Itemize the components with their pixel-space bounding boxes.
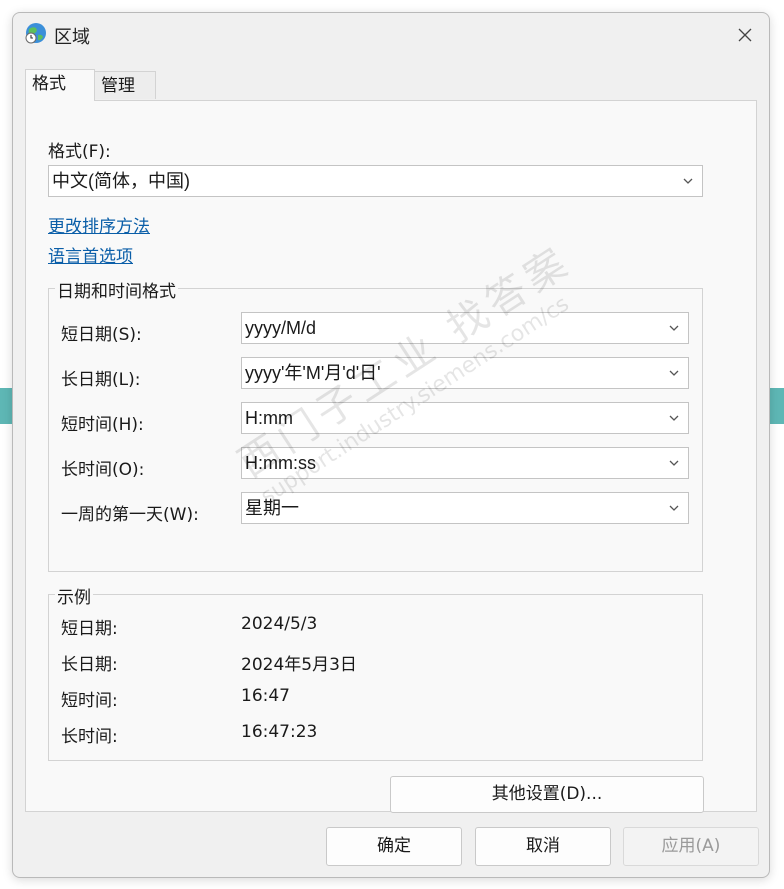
chevron-down-icon <box>669 325 679 331</box>
example-long-time-label: 长时间: <box>61 727 118 747</box>
ok-button-label: 确定 <box>377 836 411 856</box>
apply-button-label: 应用(A) <box>661 836 721 856</box>
background-strip-right <box>770 388 784 424</box>
format-tab-panel: 格式(F): 中文(简体，中国) 更改排序方法 语言首选项 日期和时间格式 短日… <box>25 100 757 813</box>
other-settings-button[interactable]: 其他设置(D)... <box>390 776 704 813</box>
other-settings-button-label: 其他设置(D)... <box>491 784 603 804</box>
close-button[interactable] <box>733 23 757 47</box>
tab-format-label: 格式 <box>32 74 66 94</box>
cancel-button-label: 取消 <box>526 836 560 856</box>
short-time-dropdown[interactable]: H:mm <box>241 402 689 434</box>
long-time-label: 长时间(O): <box>61 460 145 480</box>
window-title: 区域 <box>54 27 90 48</box>
chevron-down-icon <box>683 178 693 184</box>
format-label: 格式(F): <box>48 142 111 162</box>
short-time-label: 短时间(H): <box>61 415 144 435</box>
chevron-down-icon <box>669 415 679 421</box>
short-date-label: 短日期(S): <box>61 325 142 345</box>
ok-button[interactable]: 确定 <box>326 827 462 866</box>
examples-legend: 示例 <box>55 583 93 608</box>
datetime-format-group: 日期和时间格式 短日期(S): yyyy/M/d 长日期(L): yyyy'年'… <box>48 277 703 572</box>
long-date-value: yyyy'年'M'月'd'日' <box>245 363 381 383</box>
chevron-down-icon <box>669 460 679 466</box>
tab-administrative[interactable]: 管理 <box>94 71 156 99</box>
long-date-label: 长日期(L): <box>61 370 141 390</box>
language-preferences-link[interactable]: 语言首选项 <box>48 242 133 267</box>
format-dropdown-value: 中文(简体，中国) <box>52 171 190 191</box>
format-dropdown[interactable]: 中文(简体，中国) <box>48 165 703 197</box>
long-time-value: H:mm:ss <box>245 453 316 473</box>
region-dialog: 区域 格式 管理 格式(F): 中文(简体，中国) 更改排序方法 语言首选项 日… <box>12 12 770 878</box>
tab-format[interactable]: 格式 <box>25 69 95 101</box>
datetime-format-legend: 日期和时间格式 <box>55 277 178 302</box>
short-date-dropdown[interactable]: yyyy/M/d <box>241 312 689 344</box>
example-short-time-label: 短时间: <box>61 691 118 711</box>
long-date-dropdown[interactable]: yyyy'年'M'月'd'日' <box>241 357 689 389</box>
apply-button[interactable]: 应用(A) <box>623 827 759 866</box>
short-time-value: H:mm <box>245 408 293 428</box>
close-icon <box>738 28 752 42</box>
example-short-date-value: 2024/5/3 <box>241 614 318 634</box>
example-long-date-label: 长日期: <box>61 655 118 675</box>
example-long-date-value: 2024年5月3日 <box>241 655 357 675</box>
example-short-date-label: 短日期: <box>61 619 118 639</box>
title-bar: 区域 <box>13 13 769 57</box>
globe-clock-icon <box>25 23 46 44</box>
cancel-button[interactable]: 取消 <box>475 827 611 866</box>
first-day-of-week-label: 一周的第一天(W): <box>61 505 199 525</box>
examples-group: 示例 短日期: 2024/5/3 长日期: 2024年5月3日 短时间: 16:… <box>48 583 703 761</box>
change-sort-method-link[interactable]: 更改排序方法 <box>48 212 150 237</box>
long-time-dropdown[interactable]: H:mm:ss <box>241 447 689 479</box>
short-date-value: yyyy/M/d <box>245 318 317 338</box>
example-long-time-value: 16:47:23 <box>241 722 318 742</box>
first-day-of-week-dropdown[interactable]: 星期一 <box>241 492 689 524</box>
example-short-time-value: 16:47 <box>241 686 290 706</box>
chevron-down-icon <box>669 370 679 376</box>
tab-administrative-label: 管理 <box>101 76 135 96</box>
first-day-of-week-value: 星期一 <box>245 498 299 518</box>
chevron-down-icon <box>669 505 679 511</box>
